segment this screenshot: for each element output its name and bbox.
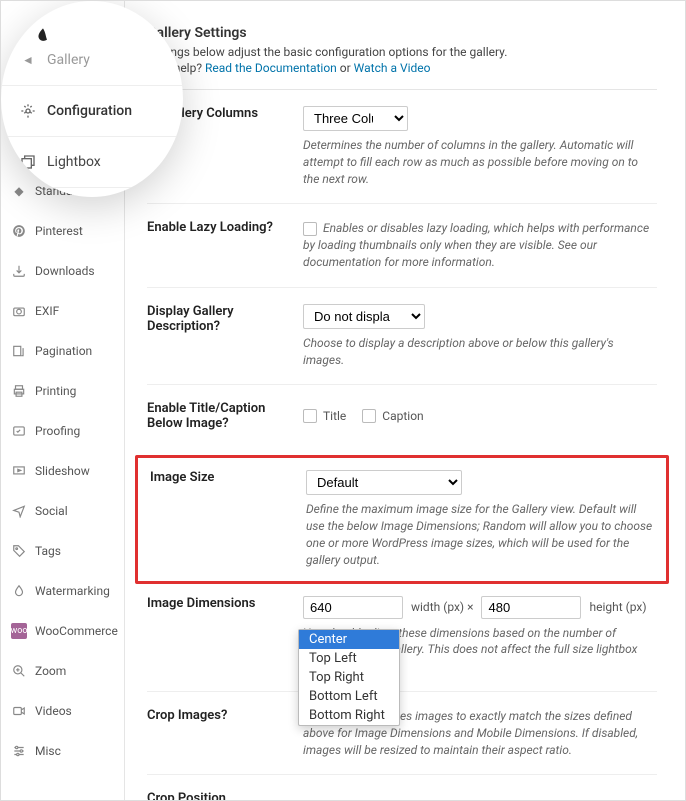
camera-icon <box>11 303 27 319</box>
printer-icon <box>11 383 27 399</box>
sidebar-item-slideshow[interactable]: Slideshow <box>1 451 124 491</box>
sidebar-label: EXIF <box>35 304 59 318</box>
croppos-dropdown[interactable]: Center Top Left Top Right Bottom Left Bo… <box>298 629 400 726</box>
sidebar-item-misc[interactable]: Misc <box>1 731 124 771</box>
pinterest-icon <box>11 223 27 239</box>
video-link[interactable]: Watch a Video <box>354 61 431 75</box>
pagination-icon <box>11 343 27 359</box>
sidebar-item-watermarking[interactable]: Watermarking <box>1 571 124 611</box>
sidebar-label: Slideshow <box>35 464 90 478</box>
sidebar-label: Watermarking <box>35 584 110 598</box>
sidebar-label: Printing <box>35 384 76 398</box>
dd-bottomright[interactable]: Bottom Right <box>299 706 399 725</box>
imgsize-label: Image Size <box>150 470 306 568</box>
lazy-desc: Enables or disables lazy loading, which … <box>303 220 657 270</box>
sidebar-label: Misc <box>35 744 61 758</box>
height-input[interactable] <box>481 596 581 619</box>
sidebar-label: Downloads <box>35 264 95 278</box>
sliders-icon <box>11 743 27 759</box>
zoom-configuration[interactable]: Configuration <box>1 86 183 137</box>
width-label: width (px) × <box>411 600 473 614</box>
slideshow-icon <box>11 463 27 479</box>
tag-icon <box>11 543 27 559</box>
zoom-gallery[interactable]: ◄Gallery <box>1 35 183 86</box>
page-subtitle-2: ome help? Read the Documentation or Watc… <box>147 61 657 75</box>
dd-bottomleft[interactable]: Bottom Left <box>299 687 399 706</box>
desc-select[interactable]: Do not display <box>303 304 425 329</box>
leaf-icon <box>35 27 51 47</box>
sidebar-label: Proofing <box>35 424 80 438</box>
sidebar-label: Zoom <box>35 664 66 678</box>
imgsize-desc: Define the maximum image size for the Ga… <box>306 501 654 568</box>
title-checkbox[interactable] <box>303 409 317 423</box>
dd-center[interactable]: Center <box>299 630 399 649</box>
zoom-panel: ◄Gallery Configuration Lightbox <box>1 1 183 197</box>
sidebar-item-pagination[interactable]: Pagination <box>1 331 124 371</box>
sidebar-item-videos[interactable]: Videos <box>1 691 124 731</box>
lazy-checkbox[interactable] <box>303 222 317 236</box>
crop-label: Crop Images? <box>147 708 303 758</box>
dd-topright[interactable]: Top Right <box>299 668 399 687</box>
gear-icon <box>19 102 37 120</box>
title-checkbox-wrap[interactable]: Title <box>303 409 346 423</box>
droplet-icon <box>11 583 27 599</box>
sidebar-item-social[interactable]: Social <box>1 491 124 531</box>
height-label: height (px) <box>589 600 646 614</box>
highlighted-section: Image Size Default Define the maximum im… <box>135 455 669 583</box>
caption-checkbox[interactable] <box>362 409 376 423</box>
croppos-label: Crop Position <box>147 791 303 800</box>
download-icon <box>11 263 27 279</box>
zoom-icon <box>11 663 27 679</box>
titlecap-label: Enable Title/Caption Below Image? <box>147 401 303 431</box>
sidebar-item-zoom[interactable]: Zoom <box>1 651 124 691</box>
caption-checkbox-wrap[interactable]: Caption <box>362 409 423 423</box>
sidebar-item-exif[interactable]: EXIF <box>1 291 124 331</box>
page-subtitle-1: settings below adjust the basic configur… <box>147 45 657 59</box>
desc-desc: Choose to display a description above or… <box>303 335 657 369</box>
sidebar-item-downloads[interactable]: Downloads <box>1 251 124 291</box>
imgsize-select[interactable]: Default <box>306 470 462 495</box>
sidebar-label: Tags <box>35 544 61 558</box>
social-icon <box>11 503 27 519</box>
woo-icon: woo <box>11 623 27 639</box>
sidebar-label: WooCommerce <box>35 624 118 638</box>
dd-topleft[interactable]: Top Left <box>299 649 399 668</box>
content: Gallery Settings settings below adjust t… <box>125 1 685 800</box>
page-title: Gallery Settings <box>147 25 657 41</box>
sidebar-item-pinterest[interactable]: Pinterest <box>1 211 124 251</box>
desc-label: Display Gallery Description? <box>147 304 303 369</box>
sidebar-label: Social <box>35 504 68 518</box>
columns-desc: Determines the number of columns in the … <box>303 137 657 187</box>
columns-select[interactable]: Three Columns (3) <box>303 106 408 131</box>
video-icon <box>11 703 27 719</box>
sidebar-label: Pagination <box>35 344 92 358</box>
sidebar-item-woo[interactable]: woo WooCommerce <box>1 611 124 651</box>
diamond-icon: ◆ <box>11 183 27 199</box>
chevron-left-icon: ◄ <box>19 51 37 69</box>
width-input[interactable] <box>303 596 403 619</box>
sidebar-item-tags[interactable]: Tags <box>1 531 124 571</box>
lazy-label: Enable Lazy Loading? <box>147 220 303 270</box>
proofing-icon <box>11 423 27 439</box>
doc-link[interactable]: Read the Documentation <box>205 61 337 75</box>
sidebar-label: Videos <box>35 704 72 718</box>
sidebar-label: Pinterest <box>35 224 83 238</box>
sidebar-item-printing[interactable]: Printing <box>1 371 124 411</box>
dims-label: Image Dimensions <box>147 596 303 675</box>
sidebar-item-proofing[interactable]: Proofing <box>1 411 124 451</box>
